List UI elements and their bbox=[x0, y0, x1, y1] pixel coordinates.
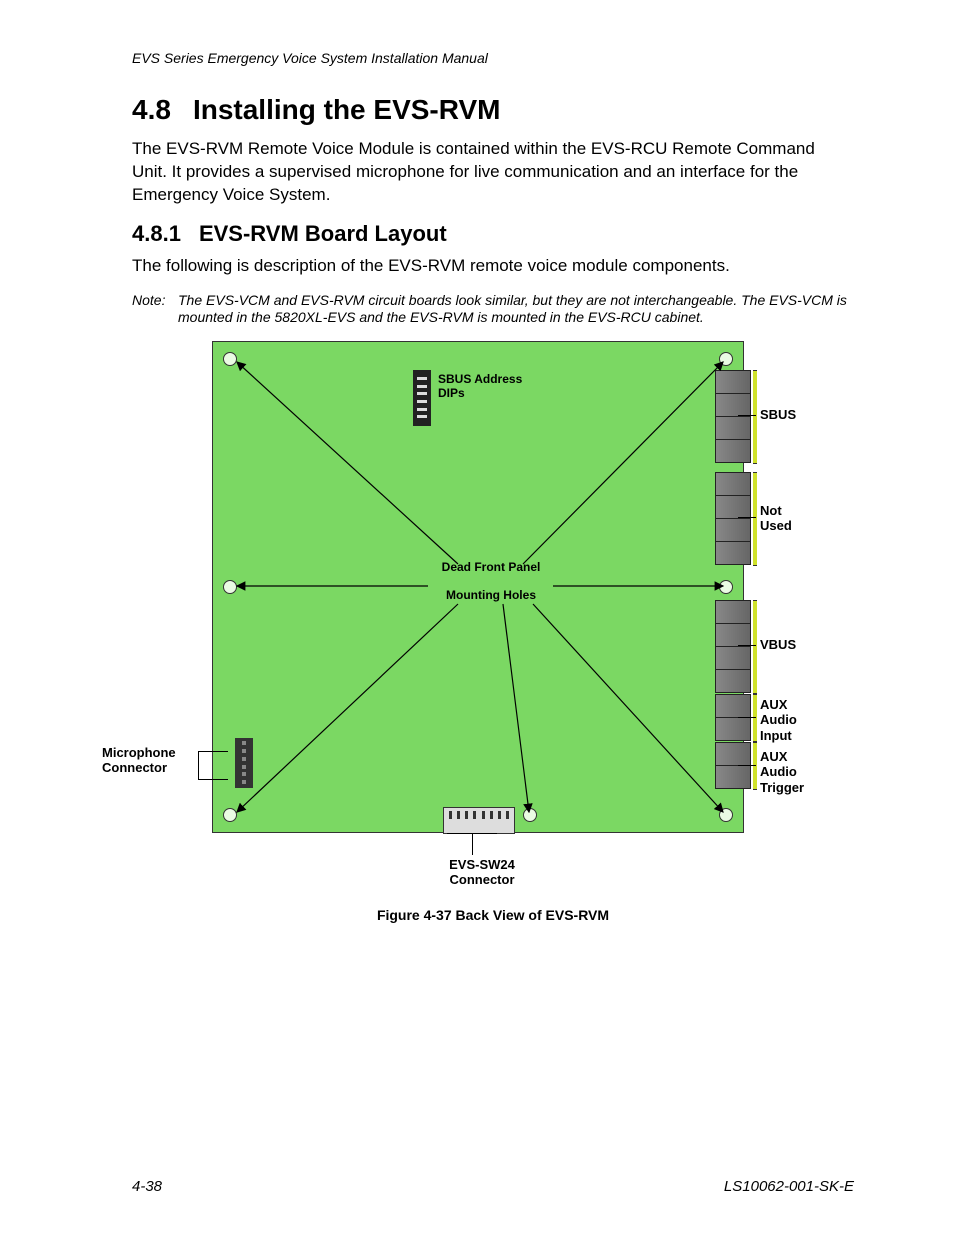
label-dips: SBUS Address DIPs bbox=[438, 372, 548, 401]
evs-sw24-connector-icon bbox=[443, 807, 515, 834]
mounting-hole-icon bbox=[223, 808, 237, 822]
doc-number: LS10062-001-SK-E bbox=[724, 1178, 854, 1195]
sbus-terminal-icon bbox=[715, 370, 751, 463]
vbus-terminal-icon bbox=[715, 600, 751, 693]
page-number: 4-38 bbox=[132, 1178, 162, 1195]
section-number: 4.8 bbox=[132, 94, 171, 126]
mounting-hole-icon bbox=[719, 352, 733, 366]
section-heading: 4.8 Installing the EVS-RVM bbox=[132, 94, 854, 126]
leader-arrows-icon bbox=[213, 342, 743, 832]
leader-line-icon bbox=[198, 751, 228, 752]
notused-terminal-icon bbox=[715, 472, 751, 565]
bracket-icon bbox=[753, 694, 757, 742]
mounting-hole-icon bbox=[223, 352, 237, 366]
leader-line-icon bbox=[447, 833, 497, 834]
label-aux-audio-trigger: AUX Audio Trigger bbox=[760, 749, 820, 796]
note: Note:The EVS-VCM and EVS-RVM circuit boa… bbox=[132, 292, 854, 327]
bracket-icon bbox=[753, 472, 757, 566]
label-vbus: VBUS bbox=[760, 637, 796, 653]
section-title: Installing the EVS-RVM bbox=[193, 94, 501, 125]
sbus-address-dips-icon bbox=[413, 370, 431, 426]
label-mounting-holes: Mounting Holes bbox=[426, 588, 556, 602]
label-dead-front-panel: Dead Front Panel bbox=[426, 560, 556, 574]
figure: SBUS Address DIPs Dead Front Panel Mount… bbox=[102, 341, 822, 901]
leader-line-icon bbox=[198, 779, 228, 780]
section-intro: The EVS-RVM Remote Voice Module is conta… bbox=[132, 138, 854, 207]
subsection-number: 4.8.1 bbox=[132, 221, 181, 247]
evs-rvm-board: SBUS Address DIPs Dead Front Panel Mount… bbox=[212, 341, 744, 833]
leader-line-icon bbox=[738, 645, 756, 646]
label-sbus: SBUS bbox=[760, 407, 796, 423]
leader-line-icon bbox=[198, 751, 199, 779]
bracket-icon bbox=[753, 370, 757, 464]
mounting-hole-icon bbox=[719, 580, 733, 594]
bracket-icon bbox=[753, 600, 757, 694]
running-header: EVS Series Emergency Voice System Instal… bbox=[132, 50, 854, 66]
mounting-hole-icon bbox=[719, 808, 733, 822]
leader-line-icon bbox=[738, 765, 756, 766]
subsection-intro: The following is description of the EVS-… bbox=[132, 255, 854, 278]
bracket-icon bbox=[753, 742, 757, 790]
leader-line-icon bbox=[738, 517, 756, 518]
label-aux-audio-input: AUX Audio Input bbox=[760, 697, 820, 744]
subsection-heading: 4.8.1 EVS-RVM Board Layout bbox=[132, 221, 854, 247]
leader-line-icon bbox=[472, 833, 473, 855]
microphone-connector-icon bbox=[235, 738, 253, 788]
leader-line-icon bbox=[738, 717, 756, 718]
label-microphone-connector: Microphone Connector bbox=[102, 745, 202, 776]
leader-line-icon bbox=[738, 415, 756, 416]
page-footer: 4-38 LS10062-001-SK-E bbox=[132, 1178, 854, 1195]
label-evs-sw24: EVS-SW24 Connector bbox=[432, 857, 532, 888]
mounting-hole-icon bbox=[223, 580, 237, 594]
figure-caption: Figure 4-37 Back View of EVS-RVM bbox=[132, 907, 854, 923]
subsection-title: EVS-RVM Board Layout bbox=[199, 221, 447, 246]
mounting-hole-icon bbox=[523, 808, 537, 822]
label-not-used: Not Used bbox=[760, 503, 810, 534]
